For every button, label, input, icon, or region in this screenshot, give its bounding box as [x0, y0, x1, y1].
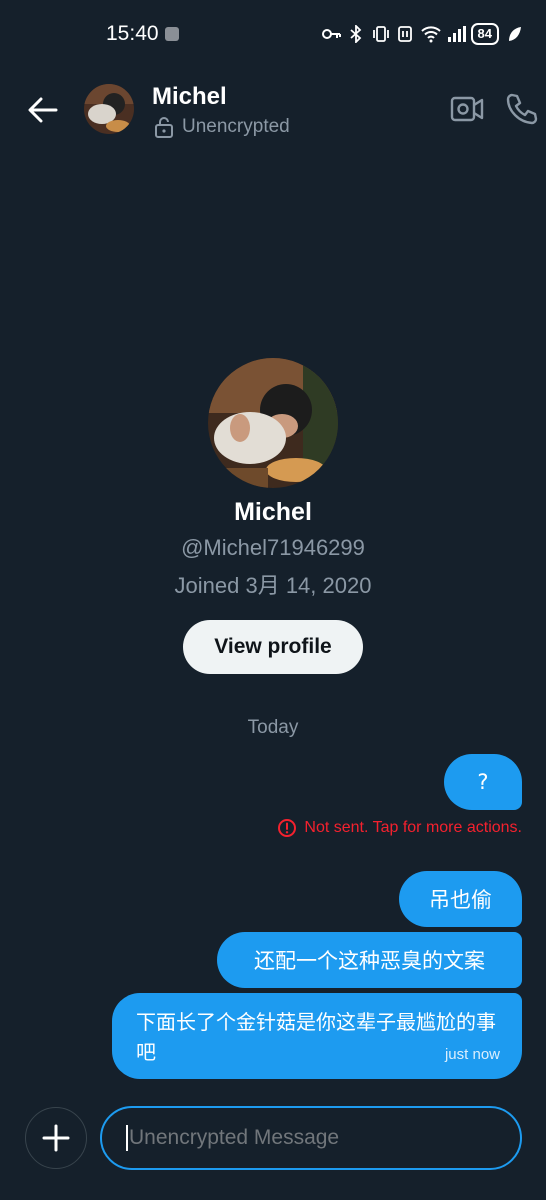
voice-call-button[interactable] — [504, 92, 538, 126]
day-separator: Today — [247, 717, 299, 738]
message-bubble[interactable]: 吊也偷 — [399, 871, 522, 927]
contact-name[interactable]: Michel — [152, 83, 227, 111]
profile-joined-date: Joined 3月 14, 2020 — [174, 573, 372, 598]
message-text: ? — [477, 770, 489, 794]
encryption-status: Unencrypted — [154, 116, 290, 138]
key-icon — [321, 25, 341, 43]
status-icons: 84 — [321, 22, 524, 46]
notification-icon — [165, 27, 179, 41]
signal-icon — [446, 25, 466, 43]
message-text: 吊也偷 — [429, 888, 492, 912]
status-bar: 15:40 84 — [0, 0, 546, 70]
add-media-button[interactable] — [25, 1107, 87, 1169]
profile-avatar[interactable] — [208, 358, 338, 488]
leaf-icon — [504, 25, 524, 43]
status-time: 15:40 — [106, 22, 159, 45]
vibrate-icon — [371, 25, 391, 43]
profile-name: Michel — [234, 498, 312, 526]
text-caret — [126, 1125, 128, 1151]
back-arrow-icon — [28, 97, 58, 123]
error-icon — [278, 819, 297, 837]
send-error-notice[interactable]: Not sent. Tap for more actions. — [277, 818, 522, 838]
message-bubble[interactable]: 下面长了个金针菇是你这辈子最尴尬的事吧 just now — [112, 993, 522, 1079]
lock-open-icon — [155, 117, 173, 138]
wifi-icon — [420, 25, 441, 43]
conversation-header: Michel Unencrypted — [0, 70, 546, 150]
battery-icon: 84 — [470, 23, 499, 45]
message-text: 还配一个这种恶臭的文案 — [254, 949, 485, 973]
send-error-text: Not sent. Tap for more actions. — [304, 819, 522, 836]
video-call-button[interactable] — [450, 94, 484, 124]
view-profile-button[interactable]: View profile — [183, 620, 363, 674]
header-avatar[interactable] — [84, 84, 134, 134]
message-timestamp: just now — [444, 1046, 500, 1063]
video-call-icon — [450, 96, 484, 122]
message-bubble[interactable]: 还配一个这种恶臭的文案 — [217, 932, 522, 988]
plus-icon — [42, 1124, 70, 1152]
profile-handle: @Michel71946299 — [181, 535, 365, 560]
phone-icon — [506, 93, 538, 125]
nfc-icon — [396, 25, 416, 43]
message-bubble-failed[interactable]: ? — [444, 754, 522, 810]
bluetooth-icon — [346, 25, 366, 43]
message-input[interactable]: Unencrypted Message — [100, 1106, 522, 1170]
back-button[interactable] — [24, 92, 62, 128]
encryption-label: Unencrypted — [182, 116, 290, 137]
message-input-placeholder: Unencrypted Message — [129, 1126, 340, 1149]
